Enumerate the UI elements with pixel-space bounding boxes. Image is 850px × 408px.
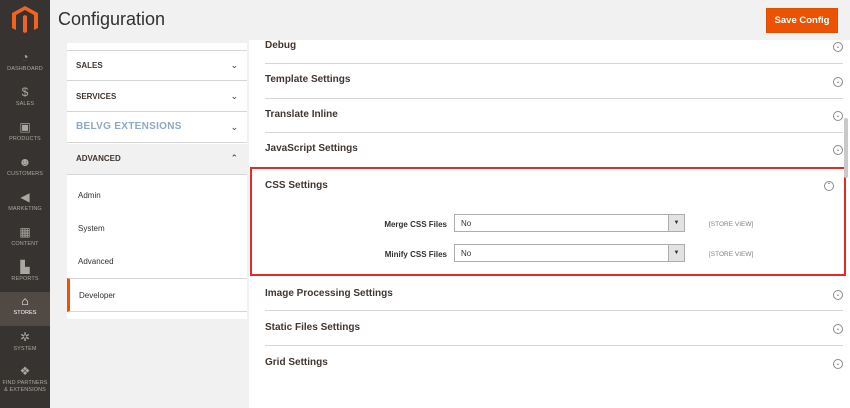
tab-group-label: SERVICES	[76, 92, 117, 101]
tab-item-label: Advanced	[78, 257, 114, 266]
nav-products[interactable]: ▣ PRODUCTS	[0, 118, 50, 152]
gear-icon: ✲	[19, 330, 31, 344]
chevron-down-icon: ⌄	[833, 290, 843, 300]
dropdown-arrow-icon: ▼	[668, 245, 684, 261]
chevron-down-icon: ⌄	[833, 324, 843, 334]
chevron-down-icon: ⌄	[833, 359, 843, 369]
chevron-down-icon: ⌄	[833, 77, 843, 87]
magento-logo-icon[interactable]	[12, 6, 38, 34]
tab-group-sales[interactable]: SALES ⌄	[67, 51, 247, 81]
tab-item-admin[interactable]: Admin	[67, 179, 247, 212]
chevron-down-icon: ⌄	[230, 122, 238, 132]
section-template-settings[interactable]: Template Settings ⌄	[265, 64, 843, 99]
tab-item-label: Admin	[78, 191, 101, 200]
tab-group-services[interactable]: SERVICES ⌄	[67, 82, 247, 112]
scrollbar[interactable]	[844, 118, 848, 178]
megaphone-icon: ◀	[20, 190, 30, 204]
nav-label: DASHBOARD	[7, 66, 43, 72]
tabs-divider	[67, 43, 247, 51]
nav-find-partners[interactable]: ❖ FIND PARTNERS & EXTENSIONS	[0, 362, 50, 402]
section-title: Translate Inline	[265, 109, 338, 120]
minify-css-label: Minify CSS Files	[384, 250, 447, 259]
scope-label: [STORE VIEW]	[709, 221, 754, 228]
nav-label: MARKETING	[8, 206, 42, 212]
scope-label: [STORE VIEW]	[709, 251, 754, 258]
section-title: Static Files Settings	[265, 322, 361, 333]
nav-marketing[interactable]: ◀ MARKETING	[0, 188, 50, 222]
dashboard-icon: ◔	[21, 50, 29, 64]
nav-content[interactable]: ▦ CONTENT	[0, 223, 50, 257]
bar-chart-icon: ▙	[20, 260, 30, 274]
person-icon: ☻	[18, 155, 32, 169]
section-debug[interactable]: Debug ⌄	[265, 40, 843, 64]
nav-label: PRODUCTS	[9, 136, 41, 142]
nav-reports[interactable]: ▙ REPORTS	[0, 258, 50, 292]
chevron-up-icon[interactable]: ⌃	[824, 181, 834, 191]
nav-label: STORES	[13, 310, 37, 316]
section-title: JavaScript Settings	[265, 143, 358, 154]
content-icon: ▦	[19, 225, 31, 239]
dollar-icon: $	[21, 85, 29, 99]
nav-label: CUSTOMERS	[7, 171, 43, 177]
select-value: No	[461, 249, 472, 258]
config-tabs: SALES ⌄ SERVICES ⌄ BELVG EXTENSIONS ⌄ AD…	[67, 43, 247, 319]
nav-customers[interactable]: ☻ CUSTOMERS	[0, 153, 50, 187]
merge-css-label: Merge CSS Files	[384, 220, 447, 229]
tab-item-system[interactable]: System	[67, 212, 247, 245]
section-css-settings: CSS Settings ⌃ Merge CSS Files No ▼ [STO…	[250, 167, 846, 276]
store-icon: ⌂	[21, 294, 29, 308]
section-image-processing-settings[interactable]: Image Processing Settings ⌄	[265, 277, 843, 311]
section-grid-settings[interactable]: Grid Settings ⌄	[265, 346, 843, 381]
chevron-up-icon: ⌃	[230, 153, 238, 163]
puzzle-icon: ❖	[19, 364, 31, 378]
nav-system[interactable]: ✲ SYSTEM	[0, 328, 50, 362]
nav-label: SALES	[15, 101, 35, 107]
nav-label: FIND PARTNERS & EXTENSIONS	[2, 380, 48, 393]
nav-label: CONTENT	[11, 241, 39, 247]
tab-group-label: SALES	[76, 61, 103, 70]
nav-label: SYSTEM	[13, 346, 37, 352]
select-value: No	[461, 219, 472, 228]
nav-stores[interactable]: ⌂ STORES	[0, 292, 50, 326]
tab-group-label: BELVG EXTENSIONS	[76, 121, 182, 132]
minify-css-select[interactable]: No ▼	[454, 244, 685, 262]
section-javascript-settings[interactable]: JavaScript Settings ⌄	[265, 133, 843, 167]
section-title: Image Processing Settings	[265, 288, 393, 299]
tab-group-label: ADVANCED	[76, 154, 121, 163]
tab-item-developer[interactable]: Developer	[67, 278, 247, 312]
cube-icon: ▣	[19, 120, 31, 134]
tab-item-advanced[interactable]: Advanced	[67, 245, 247, 278]
nav-label: REPORTS	[11, 276, 39, 282]
section-title: Grid Settings	[265, 357, 328, 368]
chevron-down-icon: ⌄	[833, 145, 843, 155]
save-config-button[interactable]: Save Config	[766, 8, 838, 33]
section-title[interactable]: CSS Settings	[265, 180, 328, 191]
tab-item-label: Developer	[79, 291, 116, 300]
section-title: Debug	[265, 40, 297, 51]
chevron-down-icon: ⌄	[230, 91, 238, 101]
nav-sales[interactable]: $ SALES	[0, 83, 50, 117]
tab-item-label: System	[78, 224, 105, 233]
section-title: Template Settings	[265, 74, 351, 85]
chevron-down-icon: ⌄	[230, 60, 238, 70]
section-translate-inline[interactable]: Translate Inline ⌄	[265, 99, 843, 133]
nav-dashboard[interactable]: ◔ DASHBOARD	[0, 48, 50, 82]
section-static-files-settings[interactable]: Static Files Settings ⌄	[265, 311, 843, 346]
chevron-down-icon: ⌄	[833, 42, 843, 52]
chevron-down-icon: ⌄	[833, 111, 843, 121]
merge-css-select[interactable]: No ▼	[454, 214, 685, 232]
dropdown-arrow-icon: ▼	[668, 215, 684, 231]
tab-group-belvg-extensions[interactable]: BELVG EXTENSIONS ⌄	[67, 113, 247, 143]
admin-menu: ◔ DASHBOARD $ SALES ▣ PRODUCTS ☻ CUSTOME…	[0, 0, 50, 408]
tab-group-advanced[interactable]: ADVANCED ⌃	[67, 144, 247, 175]
page-title: Configuration	[58, 9, 166, 29]
